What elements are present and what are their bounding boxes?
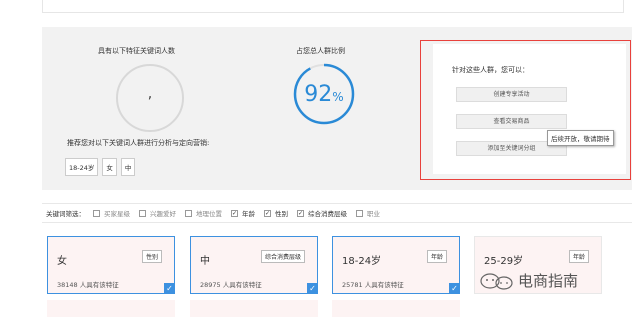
coming-soon-tooltip: 后续开放，敬请期待 xyxy=(547,130,614,146)
filter-option-label: 地理位置 xyxy=(196,210,222,218)
filter-option-age[interactable]: 年龄 xyxy=(231,208,255,218)
filter-option-label: 职业 xyxy=(367,210,380,218)
filter-option-star[interactable]: 买家星级 xyxy=(93,208,130,218)
filter-option-label: 兴趣爱好 xyxy=(150,210,176,218)
keyword-filter-bar: 关键词筛选： 买家星级 兴趣爱好 地理位置 年龄 性别 综合消费层级 职业 xyxy=(42,203,632,223)
card-label: 中 xyxy=(200,256,210,267)
action-title: 针对这些人群，您可以： xyxy=(452,66,529,74)
recommend-tag[interactable]: 18-24岁 xyxy=(65,158,99,176)
card-count: 28975 人具有该特征 xyxy=(200,281,262,289)
card-row-2 xyxy=(332,300,460,317)
card-row-2 xyxy=(47,300,175,317)
card-tag: 综合消费层级 xyxy=(260,250,305,263)
filter-option-gender[interactable]: 性别 xyxy=(264,208,288,218)
ratio-value-display: 92% xyxy=(292,82,356,107)
wechat-icon xyxy=(480,272,513,290)
card-label: 25-29岁 xyxy=(484,256,524,267)
card-row-2 xyxy=(190,300,318,317)
filter-option-label: 综合消费层级 xyxy=(308,210,347,218)
recommend-tag[interactable]: 女 xyxy=(102,158,117,176)
top-card-remnant xyxy=(42,0,624,13)
card-count: 38148 人具有该特征 xyxy=(57,281,119,289)
watermark-text: 电商指南 xyxy=(518,272,579,290)
create-campaign-button[interactable]: 创建专享活动 xyxy=(456,87,567,102)
keyword-card-mid[interactable]: 中 综合消费层级 28975 人具有该特征 ✓ xyxy=(190,236,318,294)
card-tag: 年龄 xyxy=(568,250,589,263)
filter-option-label: 年龄 xyxy=(242,210,255,218)
card-tag: 年龄 xyxy=(426,250,447,263)
filter-option-interest[interactable]: 兴趣爱好 xyxy=(139,208,176,218)
recommend-tags: 18-24岁 女 中 xyxy=(65,158,136,176)
count-title: 具有以下特征关键词人数 xyxy=(98,47,175,55)
card-label: 18-24岁 xyxy=(342,256,382,267)
checkbox[interactable] xyxy=(356,209,363,217)
filter-option-label: 买家星级 xyxy=(104,210,130,218)
filter-label: 关键词筛选： xyxy=(46,210,85,218)
checkbox[interactable] xyxy=(264,209,271,217)
checkbox[interactable] xyxy=(139,209,146,217)
keyword-card-18-24[interactable]: 18-24岁 年龄 25781 人具有该特征 ✓ xyxy=(332,236,460,294)
ratio-unit: % xyxy=(332,90,344,104)
card-label: 女 xyxy=(57,256,67,267)
filter-option-label: 性别 xyxy=(275,210,288,218)
recommend-tag[interactable]: 中 xyxy=(120,158,136,176)
check-icon: ✓ xyxy=(164,283,175,294)
checkbox[interactable] xyxy=(185,209,192,217)
watermark: 电商指南 xyxy=(478,270,578,291)
check-icon: ✓ xyxy=(307,283,318,294)
recommend-text: 推荐您对以下关键词人群进行分析与定向营销: xyxy=(67,139,210,147)
checkbox[interactable] xyxy=(297,209,304,217)
view-products-button[interactable]: 查看交易商品 xyxy=(456,114,567,129)
checkbox[interactable] xyxy=(231,209,238,217)
checkbox[interactable] xyxy=(93,209,100,217)
filter-option-consumption[interactable]: 综合消费层级 xyxy=(297,208,347,218)
ratio-title: 占您总人群比例 xyxy=(296,47,345,55)
filter-option-location[interactable]: 地理位置 xyxy=(185,208,222,218)
card-count: 25781 人具有该特征 xyxy=(342,281,404,289)
count-value: , xyxy=(147,86,153,102)
card-tag: 性别 xyxy=(141,250,162,263)
check-icon: ✓ xyxy=(449,283,460,294)
filter-option-occupation[interactable]: 职业 xyxy=(356,208,380,218)
ratio-value: 92 xyxy=(304,82,333,107)
keyword-card-female[interactable]: 女 性别 38148 人具有该特征 ✓ xyxy=(47,236,175,294)
